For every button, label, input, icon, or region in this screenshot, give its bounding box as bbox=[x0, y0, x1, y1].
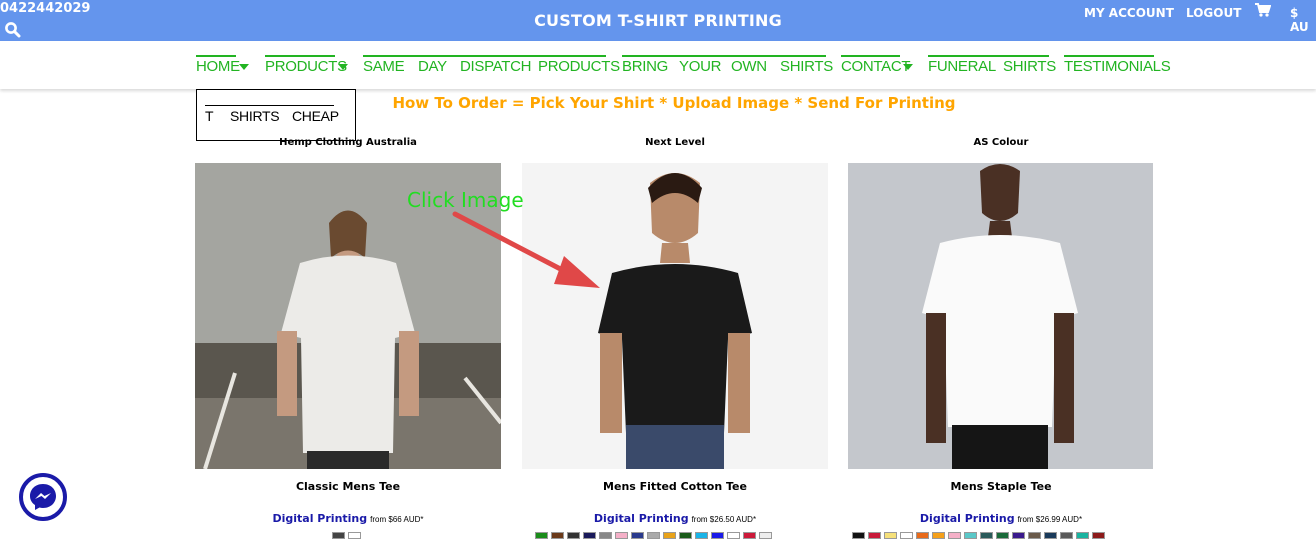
color-swatch[interactable] bbox=[599, 532, 612, 539]
color-swatch[interactable] bbox=[348, 532, 361, 539]
color-swatch[interactable] bbox=[916, 532, 929, 539]
color-swatch[interactable] bbox=[535, 532, 548, 539]
my-account-link[interactable]: MY ACCOUNT bbox=[1084, 6, 1174, 20]
color-swatch[interactable] bbox=[711, 532, 724, 539]
how-to-order-heading: How To Order = Pick Your Shirt * Upload … bbox=[392, 94, 956, 112]
nav-products[interactable]: PRODUCTS bbox=[265, 55, 349, 77]
product-name[interactable]: Classic Mens Tee bbox=[195, 480, 501, 493]
cart-icon[interactable] bbox=[1255, 3, 1271, 17]
color-swatches bbox=[535, 532, 772, 539]
color-swatch[interactable] bbox=[743, 532, 756, 539]
color-swatch[interactable] bbox=[567, 532, 580, 539]
nav-funeral-shirts[interactable]: FUNERAL SHIRTS bbox=[928, 55, 1056, 77]
red-arrow-annotation bbox=[452, 211, 600, 288]
color-swatch[interactable] bbox=[647, 532, 660, 539]
color-swatch[interactable] bbox=[1092, 532, 1105, 539]
printing-method[interactable]: Digital Printing bbox=[594, 512, 689, 525]
product-name[interactable]: Mens Staple Tee bbox=[848, 480, 1154, 493]
color-swatch[interactable] bbox=[868, 532, 881, 539]
product-price: from $26.50 AUD* bbox=[691, 515, 757, 524]
color-swatch[interactable] bbox=[900, 532, 913, 539]
color-swatch[interactable] bbox=[727, 532, 740, 539]
color-swatch[interactable] bbox=[679, 532, 692, 539]
color-swatch[interactable] bbox=[631, 532, 644, 539]
product-price-line: Digital Printing from $66 AUD* bbox=[195, 512, 501, 525]
product-photo bbox=[848, 163, 1153, 469]
logout-link[interactable]: LOGOUT bbox=[1186, 6, 1241, 20]
nav-home[interactable]: HOME bbox=[196, 55, 250, 77]
color-swatches bbox=[852, 532, 1105, 539]
color-swatch[interactable] bbox=[948, 532, 961, 539]
color-swatch[interactable] bbox=[695, 532, 708, 539]
color-swatch[interactable] bbox=[884, 532, 897, 539]
product-brand: Next Level bbox=[645, 137, 705, 148]
nav-contact[interactable]: CONTACT bbox=[841, 55, 914, 77]
printing-method[interactable]: Digital Printing bbox=[920, 512, 1015, 525]
color-swatch[interactable] bbox=[996, 532, 1009, 539]
color-swatches bbox=[332, 532, 361, 539]
product-image-as-colour[interactable] bbox=[848, 163, 1153, 469]
product-brand: AS Colour bbox=[973, 137, 1029, 148]
color-swatch[interactable] bbox=[615, 532, 628, 539]
color-swatch[interactable] bbox=[583, 532, 596, 539]
color-swatch[interactable] bbox=[852, 532, 865, 539]
color-swatch[interactable] bbox=[964, 532, 977, 539]
currency-selector[interactable]: $ AU bbox=[1290, 6, 1316, 34]
product-price: from $26.99 AUD* bbox=[1017, 515, 1083, 524]
product-price-line: Digital Printing from $26.50 AUD* bbox=[522, 512, 828, 525]
messenger-chat-button[interactable] bbox=[19, 473, 67, 521]
color-swatch[interactable] bbox=[1060, 532, 1073, 539]
nav-same-day-dispatch[interactable]: SAME DAY DISPATCH PRODUCTS bbox=[363, 55, 620, 77]
product-brand: Hemp Clothing Australia bbox=[279, 137, 417, 148]
chevron-down-icon bbox=[239, 64, 249, 70]
product-price-line: Digital Printing from $26.99 AUD* bbox=[848, 512, 1154, 525]
color-swatch[interactable] bbox=[1012, 532, 1025, 539]
chevron-down-icon bbox=[903, 64, 913, 70]
chevron-down-icon bbox=[338, 64, 348, 70]
messenger-icon bbox=[30, 484, 56, 510]
product-price: from $66 AUD* bbox=[370, 515, 424, 524]
color-swatch[interactable] bbox=[1044, 532, 1057, 539]
nav-bring-your-own-shirts[interactable]: BRING YOUR OWN SHIRTS bbox=[622, 55, 833, 77]
product-name[interactable]: Mens Fitted Cotton Tee bbox=[522, 480, 828, 493]
color-swatch[interactable] bbox=[663, 532, 676, 539]
color-swatch[interactable] bbox=[759, 532, 772, 539]
color-swatch[interactable] bbox=[932, 532, 945, 539]
color-swatch[interactable] bbox=[332, 532, 345, 539]
color-swatch[interactable] bbox=[980, 532, 993, 539]
color-swatch[interactable] bbox=[1028, 532, 1041, 539]
top-bar: 0422442029 CUSTOM T-SHIRT PRINTING MY AC… bbox=[0, 0, 1316, 41]
nav-testimonials[interactable]: TESTIMONIALS bbox=[1064, 55, 1171, 77]
color-swatch[interactable] bbox=[551, 532, 564, 539]
color-swatch[interactable] bbox=[1076, 532, 1089, 539]
printing-method[interactable]: Digital Printing bbox=[272, 512, 367, 525]
main-nav: HOME PRODUCTS SAME DAY DISPATCH PRODUCTS… bbox=[0, 41, 1316, 89]
